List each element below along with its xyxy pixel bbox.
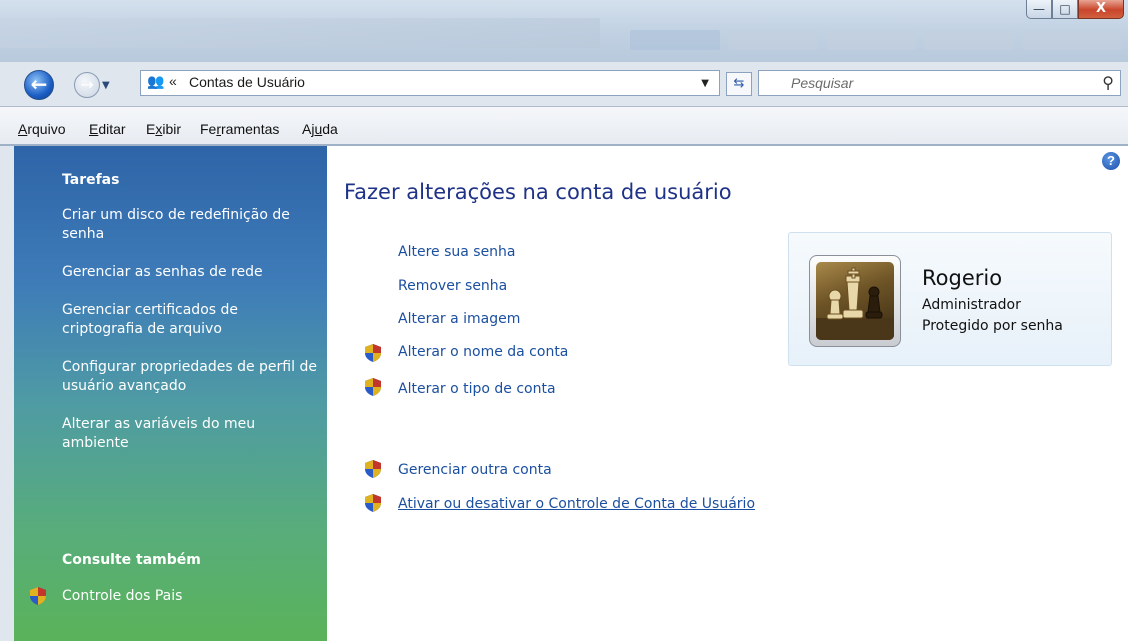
breadcrumb-path[interactable]: Contas de Usuário: [189, 74, 305, 90]
sidebar-heading-see-also: Consulte também: [62, 552, 201, 568]
menu-exibir[interactable]: Exibir: [146, 121, 181, 137]
user-role: Administrador: [922, 297, 1021, 313]
uac-shield-icon: [365, 460, 381, 478]
menu-ferramentas[interactable]: Ferramentas: [200, 121, 279, 137]
ribbon-style-normal: [630, 30, 720, 50]
uac-shield-icon: [30, 587, 46, 605]
sidebar-heading-tasks: Tarefas: [62, 172, 120, 188]
sidebar-item-network-passwords[interactable]: Gerenciar as senhas de rede: [62, 263, 317, 282]
forward-button[interactable]: →: [74, 72, 100, 98]
ribbon-style-title: [1022, 30, 1122, 50]
task-change-account-type[interactable]: Alterar o tipo de conta: [398, 381, 556, 397]
sidebar-item-environment-variables[interactable]: Alterar as variáveis do meu ambiente: [62, 415, 317, 453]
sidebar-item-certificates[interactable]: Gerenciar certificados de criptografia d…: [62, 301, 317, 339]
search-box[interactable]: Pesquisar ⚲: [758, 70, 1121, 96]
menu-ajuda[interactable]: Ajuda: [302, 121, 338, 137]
chess-picture: [816, 262, 894, 340]
user-account-card: Rogerio Administrador Protegido por senh…: [788, 232, 1112, 366]
close-button[interactable]: X: [1078, 0, 1124, 19]
navigation-bar: ← → ▼ 👥 « Contas de Usuário ▼ ⇆ Pesquisa…: [0, 66, 1128, 102]
menu-editar[interactable]: Editar: [89, 121, 126, 137]
task-change-password[interactable]: Altere sua senha: [398, 244, 516, 260]
users-icon: 👥: [147, 74, 165, 90]
main-content: ? Fazer alterações na conta de usuário A…: [327, 146, 1128, 641]
refresh-button[interactable]: ⇆: [726, 72, 752, 96]
search-input[interactable]: Pesquisar: [791, 75, 853, 91]
background-toolbar-ghost: [0, 18, 600, 48]
sidebar-item-parental-controls[interactable]: Controle dos Pais: [14, 586, 314, 608]
task-change-picture[interactable]: Alterar a imagem: [398, 311, 520, 327]
task-manage-other-account[interactable]: Gerenciar outra conta: [398, 462, 552, 478]
task-remove-password[interactable]: Remover senha: [398, 278, 507, 294]
user-protection-status: Protegido por senha: [922, 318, 1063, 334]
menu-bar: Arquivo Editar Exibir Ferramentas Ajuda: [0, 106, 1128, 146]
sidebar: Tarefas Criar um disco de redefinição de…: [14, 146, 327, 641]
ribbon-style-title2: [924, 30, 1014, 50]
avatar[interactable]: [809, 255, 901, 347]
address-dropdown-icon[interactable]: ▼: [701, 78, 709, 89]
uac-shield-icon: [365, 344, 381, 362]
page-title: Fazer alterações na conta de usuário: [344, 180, 732, 204]
uac-shield-icon: [365, 378, 381, 396]
sidebar-item-label[interactable]: Controle dos Pais: [62, 587, 317, 606]
task-change-account-name[interactable]: Alterar o nome da conta: [398, 344, 568, 360]
minimize-button[interactable]: —: [1026, 0, 1052, 19]
user-name: Rogerio: [922, 266, 1003, 290]
ribbon-style-title1: [826, 30, 916, 50]
help-icon[interactable]: ?: [1102, 152, 1120, 170]
menu-arquivo[interactable]: Arquivo: [18, 121, 65, 137]
maximize-button[interactable]: □: [1052, 0, 1078, 19]
uac-shield-icon: [365, 494, 381, 512]
back-button[interactable]: ←: [24, 70, 54, 100]
address-bar[interactable]: 👥 « Contas de Usuário ▼: [140, 70, 720, 96]
breadcrumb-chevron[interactable]: «: [169, 73, 177, 89]
task-toggle-uac[interactable]: Ativar ou desativar o Controle de Conta …: [398, 496, 755, 512]
sidebar-item-profile-properties[interactable]: Configurar propriedades de perfil de usu…: [62, 358, 317, 396]
search-icon[interactable]: ⚲: [1102, 73, 1114, 92]
ribbon-style-nospace: [728, 30, 818, 50]
window-titlebar[interactable]: — □ X: [0, 0, 1128, 62]
history-dropdown-icon[interactable]: ▼: [102, 80, 110, 91]
sidebar-item-reset-disk[interactable]: Criar um disco de redefinição de senha: [62, 206, 317, 244]
